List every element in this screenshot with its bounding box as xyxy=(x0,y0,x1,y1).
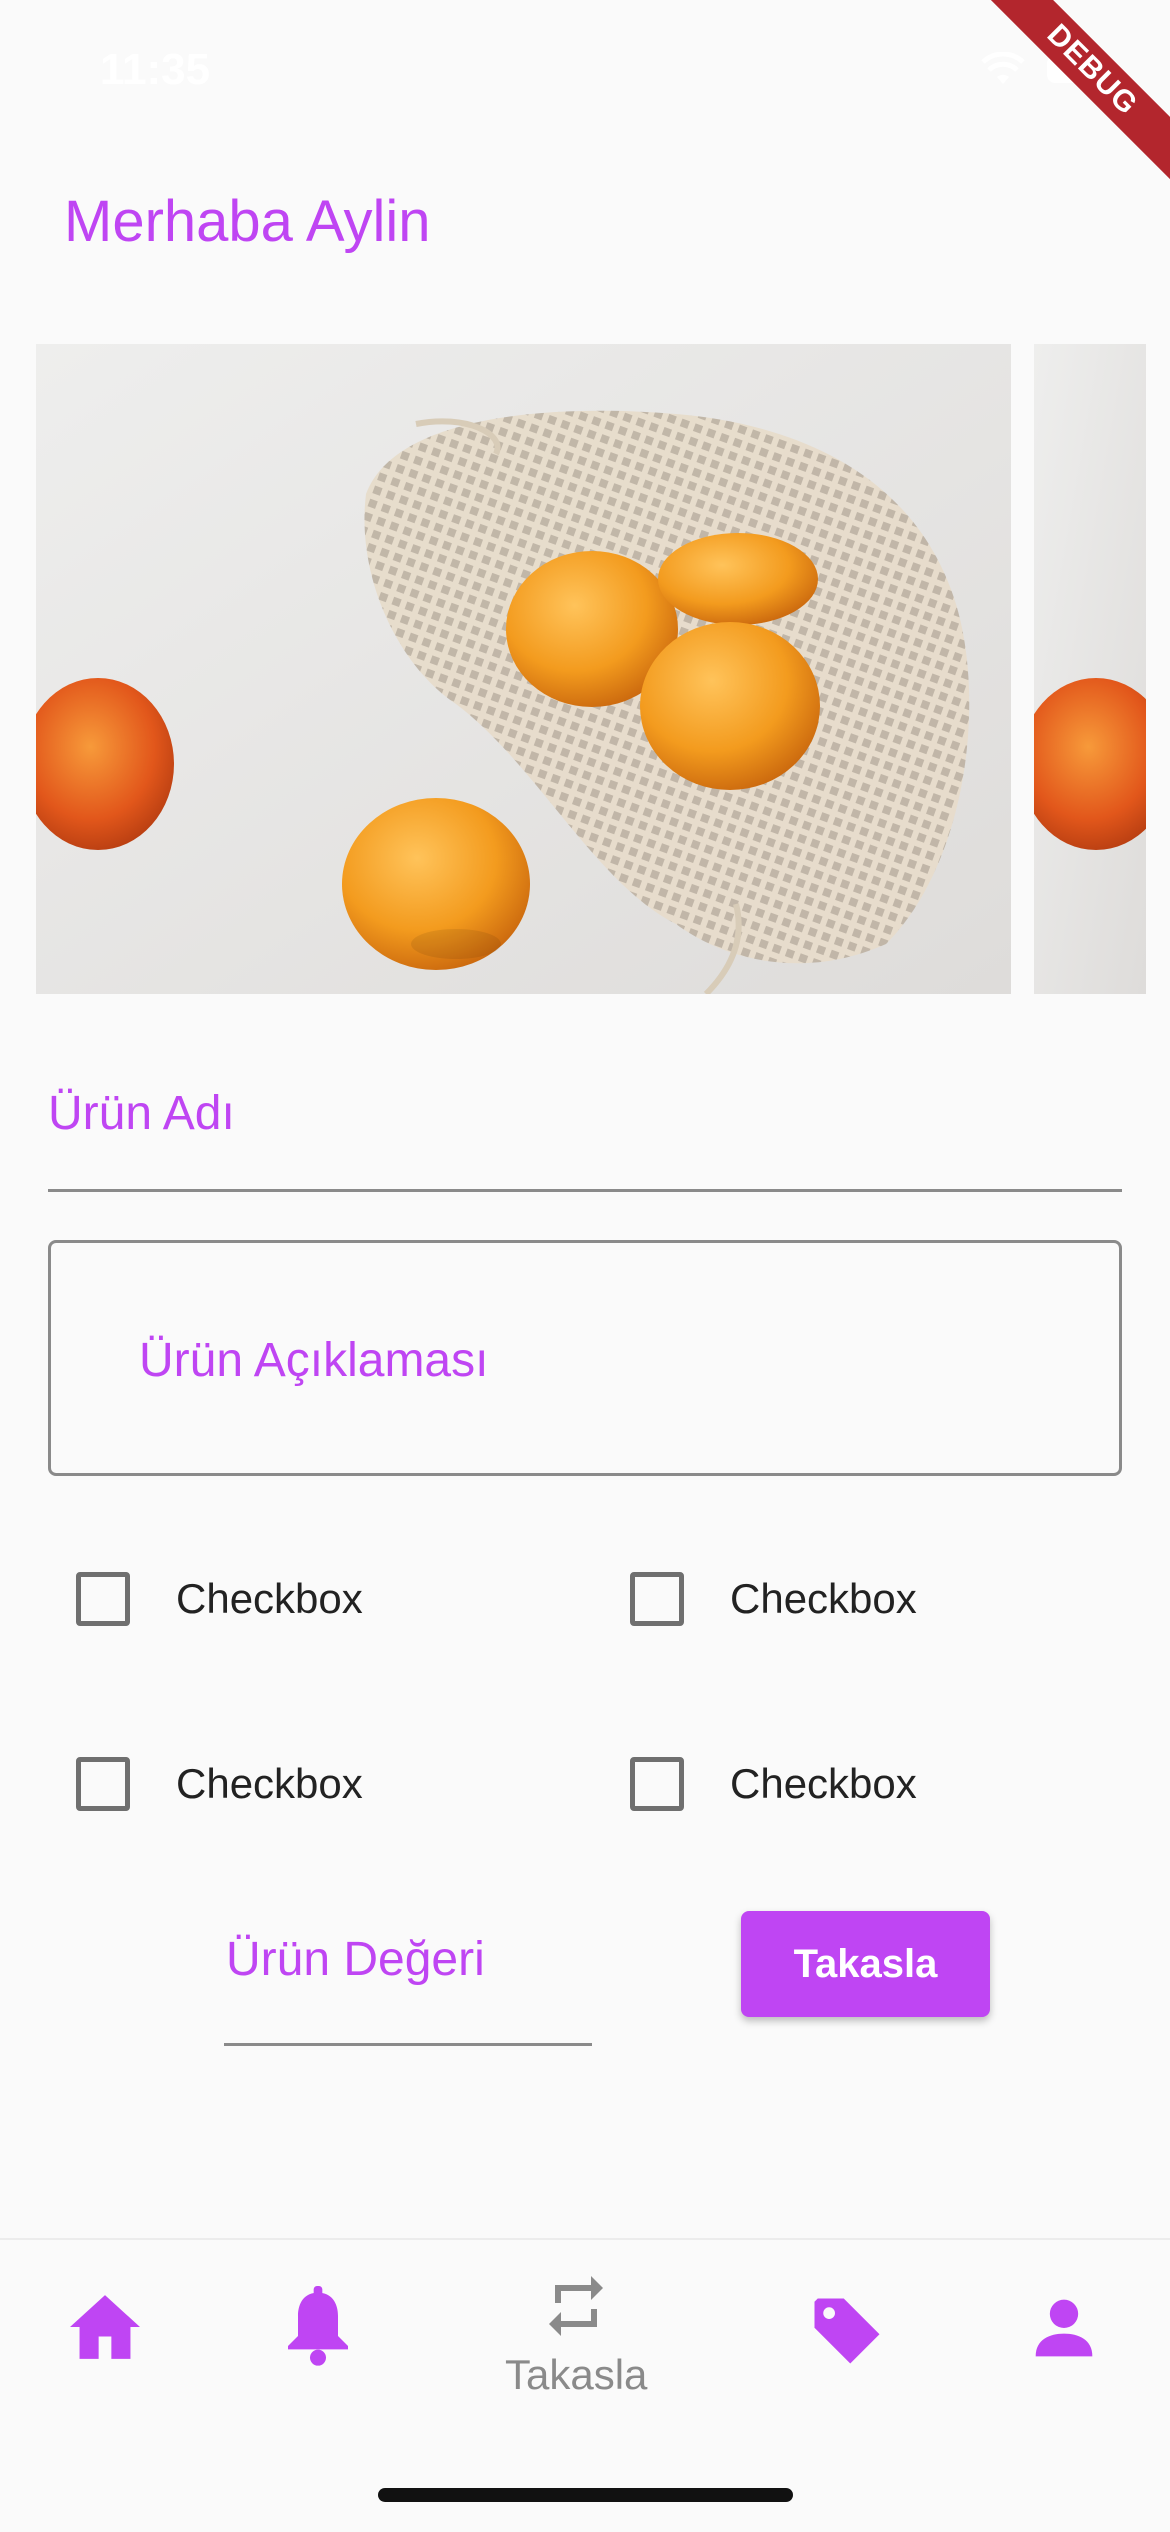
app-screen: 11:35 DEBUG Merhaba Aylin Ürün Adı Ürün … xyxy=(0,0,1170,2532)
checkbox[interactable] xyxy=(630,1572,684,1626)
nav-item-notifications[interactable] xyxy=(284,2286,352,2371)
checkbox-item[interactable]: Checkbox xyxy=(76,1572,363,1626)
checkbox-item[interactable]: Checkbox xyxy=(630,1572,917,1626)
checkbox-label: Checkbox xyxy=(730,1575,917,1622)
product-image-carousel[interactable] xyxy=(36,344,1146,994)
debug-banner: DEBUG xyxy=(970,0,1170,200)
checkbox-label: Checkbox xyxy=(176,1760,363,1807)
nav-item-profile[interactable] xyxy=(1030,2294,1098,2367)
product-value-placeholder: Ürün Değeri xyxy=(226,1933,485,1986)
debug-banner-label: DEBUG xyxy=(977,0,1170,185)
checkbox-item[interactable]: Checkbox xyxy=(76,1757,363,1811)
nav-item-offers[interactable] xyxy=(808,2292,886,2375)
product-description-placeholder: Ürün Açıklaması xyxy=(139,1334,489,1387)
checkbox[interactable] xyxy=(630,1757,684,1811)
nav-label-trade: Takasla xyxy=(505,2351,648,2398)
checkbox-label: Checkbox xyxy=(730,1760,917,1807)
home-indicator[interactable] xyxy=(378,2488,793,2502)
checkbox[interactable] xyxy=(76,1572,130,1626)
product-description-field[interactable]: Ürün Açıklaması xyxy=(48,1240,1122,1476)
trade-button[interactable]: Takasla xyxy=(741,1911,990,2017)
bell-icon xyxy=(284,2286,352,2371)
checkbox-label: Checkbox xyxy=(176,1575,363,1622)
carousel-slide[interactable] xyxy=(36,344,1011,994)
tag-icon xyxy=(808,2292,886,2375)
greeting-title: Merhaba Aylin xyxy=(64,189,431,254)
product-name-field[interactable]: Ürün Adı xyxy=(48,1060,1122,1192)
carousel-slide-next[interactable] xyxy=(1034,344,1146,994)
product-photo xyxy=(36,344,1011,994)
swap-icon xyxy=(540,2270,612,2347)
product-name-placeholder: Ürün Adı xyxy=(48,1087,235,1140)
product-photo-next xyxy=(1034,344,1146,994)
status-time: 11:35 xyxy=(100,45,211,94)
nav-item-trade[interactable]: Takasla xyxy=(505,2270,647,2399)
nav-item-home[interactable] xyxy=(66,2292,144,2367)
checkbox-item[interactable]: Checkbox xyxy=(630,1757,917,1811)
person-icon xyxy=(1030,2294,1098,2367)
product-value-field[interactable]: Ürün Değeri xyxy=(224,1900,592,2046)
home-icon xyxy=(66,2292,144,2367)
checkbox[interactable] xyxy=(76,1757,130,1811)
